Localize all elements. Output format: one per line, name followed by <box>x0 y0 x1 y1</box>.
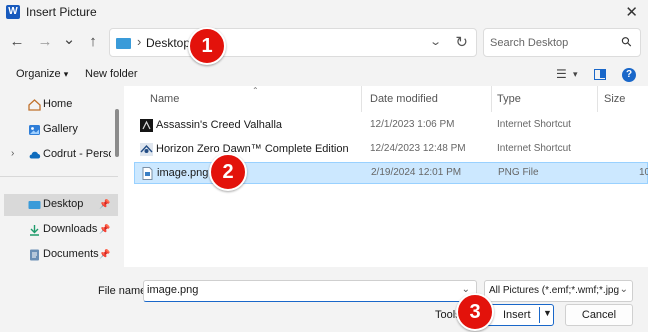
gallery-icon <box>29 125 40 135</box>
column-header-name[interactable]: Name <box>150 93 179 105</box>
refresh-icon[interactable]: ↻ <box>455 33 468 51</box>
breadcrumb-separator-icon: › <box>137 34 142 49</box>
home-icon <box>28 99 41 111</box>
column-header-size[interactable]: Size <box>604 93 625 105</box>
file-name-field[interactable]: ⌄ <box>143 280 477 302</box>
expand-chevron-icon[interactable]: › <box>11 148 14 159</box>
sidebar-item-label: Gallery <box>43 123 78 135</box>
back-arrow-icon[interactable]: ← <box>8 33 26 50</box>
column-divider[interactable] <box>361 86 362 112</box>
horizon-shortcut-icon <box>140 143 153 156</box>
file-list: ⌃ Name Date modified Type Size Assassin'… <box>124 86 648 267</box>
title-bar: W Insert Picture ✕ <box>0 0 648 24</box>
preview-pane-icon[interactable] <box>594 69 606 80</box>
up-arrow-icon[interactable]: ↑ <box>84 33 102 50</box>
file-type-filter[interactable]: All Pictures (*.emf;*.wmf;*.jpg;*. ⌄ <box>484 280 633 302</box>
sidebar-item-downloads[interactable]: Downloads 📌 <box>0 219 118 241</box>
navigation-pane: Home Gallery › Codrut - Personal Desktop… <box>0 89 122 267</box>
sidebar-item-label: Codrut - Personal <box>43 148 111 160</box>
address-bar[interactable]: › Desktop ⌄ ↻ <box>109 28 477 57</box>
forward-arrow-icon[interactable]: → <box>36 33 54 50</box>
file-date: 12/1/2023 1:06 PM <box>370 119 455 130</box>
recent-locations-chevron-icon[interactable]: ⌄ <box>60 30 78 48</box>
search-icon: ⚲ <box>618 32 636 51</box>
view-dropdown-icon[interactable]: ▾ <box>573 69 578 80</box>
pin-icon[interactable]: 📌 <box>99 249 110 260</box>
file-type: Internet Shortcut <box>497 143 571 154</box>
file-name: image.png <box>157 167 209 179</box>
filter-dropdown-icon[interactable]: ⌄ <box>620 284 628 295</box>
organize-label: Organize <box>16 68 61 80</box>
sidebar-divider <box>0 176 118 177</box>
column-header-type[interactable]: Type <box>497 93 521 105</box>
organize-button[interactable]: Organize ▾ <box>16 68 68 80</box>
organize-dropdown-icon: ▾ <box>63 69 69 79</box>
dialog-footer: File name: ⌄ All Pictures (*.emf;*.wmf;*… <box>0 268 648 332</box>
column-divider[interactable] <box>491 86 492 112</box>
insert-label: Insert <box>503 309 531 321</box>
sidebar-item-label: Home <box>43 98 73 110</box>
window-title: Insert Picture <box>26 5 97 19</box>
download-icon <box>30 225 39 236</box>
file-name: Horizon Zero Dawn™ Complete Edition <box>156 143 349 155</box>
file-name: Assassin's Creed Valhalla <box>156 119 283 131</box>
sidebar-item-documents[interactable]: Documents 📌 <box>0 244 118 266</box>
sidebar-item-gallery[interactable]: Gallery <box>0 119 118 141</box>
close-icon[interactable]: ✕ <box>625 3 638 21</box>
file-date: 12/24/2023 12:48 PM <box>370 143 466 154</box>
file-size: 10 <box>639 167 648 178</box>
desktop-icon <box>28 201 41 209</box>
cancel-button[interactable]: Cancel <box>565 304 633 326</box>
file-row[interactable]: Assassin's Creed Valhalla 12/1/2023 1:06… <box>134 115 648 137</box>
column-header-date-modified[interactable]: Date modified <box>370 93 438 105</box>
search-placeholder[interactable]: Search Desktop <box>490 37 568 49</box>
step-marker-1: 1 <box>188 27 226 65</box>
png-file-icon <box>142 167 153 180</box>
file-name-label: File name: <box>98 285 150 297</box>
command-bar: Organize ▾ New folder ☰ ▾ ? <box>0 64 648 86</box>
desktop-folder-icon <box>116 38 131 49</box>
split-divider <box>539 307 540 323</box>
file-name-input[interactable] <box>147 284 447 296</box>
view-options-icon[interactable]: ☰ <box>556 67 567 81</box>
file-row[interactable]: Horizon Zero Dawn™ Complete Edition 12/2… <box>134 139 648 161</box>
file-type: Internet Shortcut <box>497 119 571 130</box>
sort-ascending-icon: ⌃ <box>252 86 259 95</box>
insert-button[interactable]: Insert ▼ <box>484 304 554 326</box>
pin-icon[interactable]: 📌 <box>99 199 110 210</box>
file-type-filter-value: All Pictures (*.emf;*.wmf;*.jpg;*. <box>489 285 619 296</box>
navigation-bar: ← → ⌄ ↑ › Desktop ⌄ ↻ Search Desktop ⚲ <box>0 26 648 62</box>
sidebar-item-onedrive[interactable]: › Codrut - Personal <box>0 144 118 166</box>
sidebar-scrollbar[interactable] <box>115 109 119 157</box>
file-date: 2/19/2024 12:01 PM <box>371 167 462 178</box>
help-icon[interactable]: ? <box>622 68 636 82</box>
documents-icon <box>30 249 39 261</box>
breadcrumb-desktop[interactable]: Desktop <box>146 36 190 50</box>
ubisoft-shortcut-icon <box>140 119 153 132</box>
file-type: PNG File <box>498 167 539 178</box>
sidebar-item-home[interactable]: Home <box>0 94 118 116</box>
new-folder-button[interactable]: New folder <box>85 68 138 80</box>
address-dropdown-chevron-icon[interactable]: ⌄ <box>429 35 442 48</box>
word-app-icon: W <box>6 5 20 19</box>
column-divider[interactable] <box>597 86 598 112</box>
pin-icon[interactable]: 📌 <box>99 224 110 235</box>
search-box[interactable]: Search Desktop ⚲ <box>483 28 641 57</box>
cloud-icon <box>29 151 41 159</box>
step-marker-3: 3 <box>456 293 494 331</box>
insert-dropdown-icon[interactable]: ▼ <box>543 308 552 318</box>
step-marker-2: 2 <box>209 153 247 191</box>
sidebar-item-desktop[interactable]: Desktop 📌 <box>4 194 118 216</box>
